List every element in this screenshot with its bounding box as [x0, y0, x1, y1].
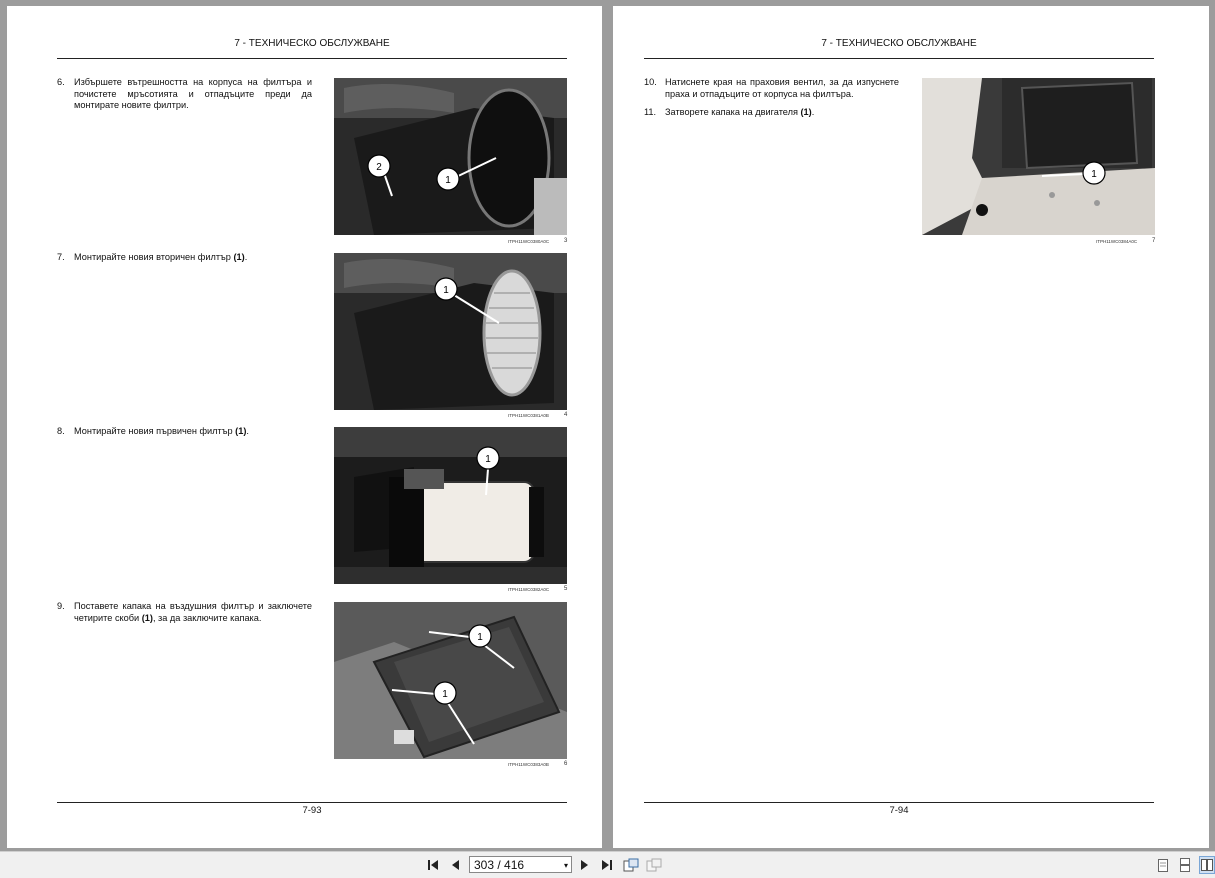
- header-rule: [57, 58, 567, 59]
- step-text: Монтирайте новия първичен филтър (1).: [74, 426, 249, 436]
- page-number-field[interactable]: 303 / 416 ▾: [469, 856, 572, 873]
- step-number: 6.: [57, 77, 65, 87]
- callout-1: 1: [442, 689, 448, 700]
- figure-5-photo: 1: [334, 427, 567, 584]
- document-viewer: 7 - ТЕХНИЧЕСКО ОБСЛУЖВАНЕ 6. Избършете в…: [0, 0, 1215, 851]
- last-page-icon[interactable]: [599, 856, 615, 874]
- figure-number: 5: [564, 586, 568, 592]
- step-8: 8. Монтирайте новия първичен филтър (1).: [57, 426, 312, 438]
- step-text: Затворете капака на двигателя (1).: [665, 107, 815, 117]
- page-header: 7 - ТЕХНИЧЕСКО ОБСЛУЖВАНЕ: [821, 38, 977, 49]
- rotate-view-icon[interactable]: [622, 856, 640, 874]
- step-text: Избършете вътрешността на корпуса на фил…: [74, 77, 312, 110]
- callout-1: 1: [445, 175, 451, 186]
- step-number: 8.: [57, 426, 65, 436]
- step-number: 10.: [644, 77, 657, 87]
- prev-page-icon[interactable]: [448, 856, 462, 874]
- callout-1: 1: [1091, 169, 1097, 180]
- continuous-view-icon[interactable]: [1178, 856, 1192, 874]
- page-header: 7 - ТЕХНИЧЕСКО ОБСЛУЖВАНЕ: [234, 38, 390, 49]
- step-number: 11.: [644, 107, 657, 117]
- footer-rule: [57, 802, 567, 803]
- figure-number: 4: [564, 412, 568, 418]
- figure-code: ITPH11WC0381A0B: [508, 413, 549, 418]
- step-7: 7. Монтирайте новия вторичен филтър (1).: [57, 252, 312, 264]
- figure-code: ITPH11WC0380A0C: [508, 239, 550, 244]
- figure-code: ITPH11WC0384A0C: [1096, 239, 1138, 244]
- figure-number: 7: [1152, 238, 1156, 244]
- step-number: 7.: [57, 252, 65, 262]
- navigation-toolbar: 303 / 416 ▾: [0, 851, 1215, 878]
- callout-2: 2: [376, 162, 382, 173]
- step-text: Натиснете края на праховия вентил, за да…: [665, 77, 899, 99]
- figure-code: ITPH11WC0383A0B: [508, 762, 549, 767]
- callout-1: 1: [477, 632, 483, 643]
- step-text: Монтирайте новия вторичен филтър (1).: [74, 252, 248, 262]
- two-page-view-icon[interactable]: [1199, 856, 1215, 874]
- callout-1: 1: [485, 454, 491, 465]
- page-number: 7-94: [889, 805, 909, 816]
- single-page-view-icon[interactable]: [1156, 856, 1170, 874]
- figure-number: 6: [564, 761, 568, 767]
- step-number: 9.: [57, 601, 65, 611]
- dropdown-icon[interactable]: ▾: [564, 857, 568, 874]
- callout-1: 1: [443, 285, 449, 296]
- figure-7-photo: 1: [922, 78, 1155, 235]
- step-6: 6. Избършете вътрешността на корпуса на …: [57, 77, 312, 112]
- page-7-94: 7 - ТЕХНИЧЕСКО ОБСЛУЖВАНЕ 10. Натиснете …: [613, 6, 1209, 848]
- header-rule: [644, 58, 1154, 59]
- figure-4-photo: 1: [334, 253, 567, 410]
- fit-view-icon[interactable]: [645, 856, 663, 874]
- page-7-93: 7 - ТЕХНИЧЕСКО ОБСЛУЖВАНЕ 6. Избършете в…: [7, 6, 602, 848]
- first-page-icon[interactable]: [425, 856, 441, 874]
- step-10: 10. Натиснете края на праховия вентил, з…: [644, 77, 899, 100]
- next-page-icon[interactable]: [578, 856, 592, 874]
- figure-code: ITPH11WC0382A0C: [508, 587, 550, 592]
- step-11: 11. Затворете капака на двигателя (1).: [644, 107, 899, 119]
- page-number: 7-93: [302, 805, 322, 816]
- figure-3-photo: 1 2: [334, 78, 567, 235]
- figure-number: 3: [564, 238, 568, 244]
- step-9: 9. Поставете капака на въздушния филтър …: [57, 601, 312, 624]
- footer-rule: [644, 802, 1154, 803]
- figure-6-photo: 1 1: [334, 602, 567, 759]
- step-text: Поставете капака на въздушния филтър и з…: [74, 601, 312, 623]
